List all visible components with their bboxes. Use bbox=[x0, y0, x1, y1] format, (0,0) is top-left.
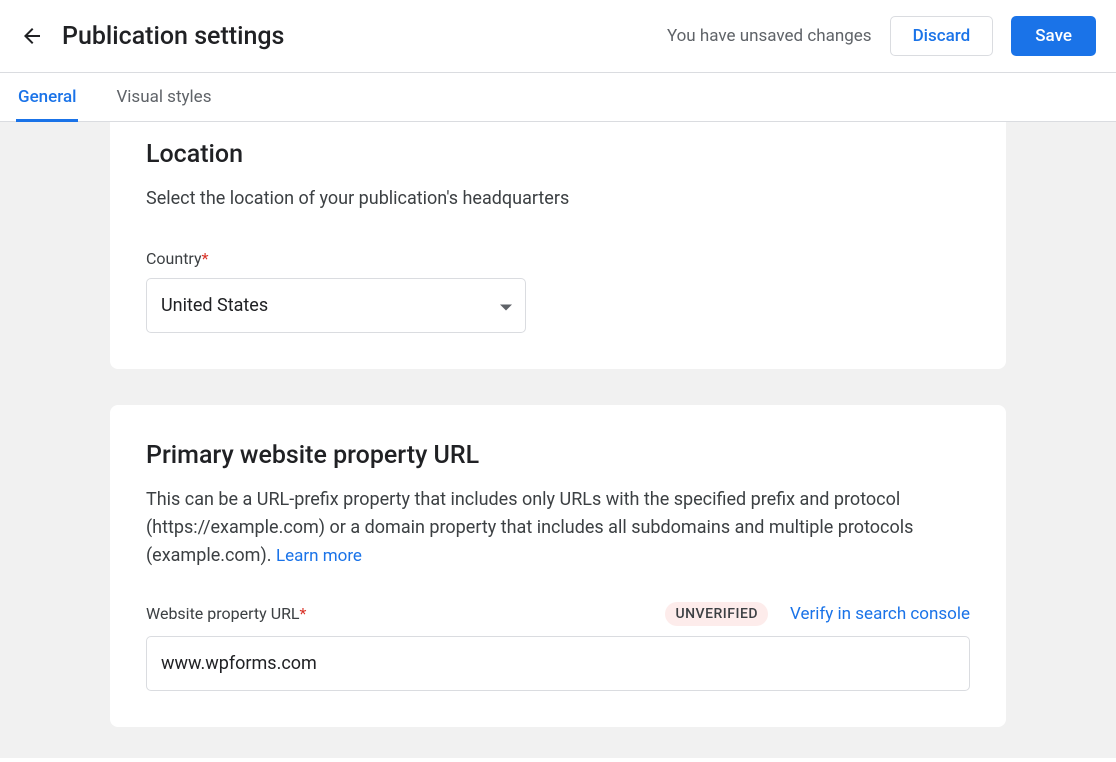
location-card-description: Select the location of your publication'… bbox=[146, 185, 970, 213]
page-title: Publication settings bbox=[62, 22, 284, 51]
tab-visual-styles[interactable]: Visual styles bbox=[114, 73, 213, 122]
country-label: Country* bbox=[146, 249, 970, 268]
url-row-right: UNVERIFIED Verify in search console bbox=[665, 602, 970, 626]
header-left: Publication settings bbox=[18, 22, 284, 51]
verify-in-search-console-link[interactable]: Verify in search console bbox=[790, 604, 970, 624]
url-card: Primary website property URL This can be… bbox=[110, 405, 1006, 727]
back-arrow-icon[interactable] bbox=[18, 22, 46, 50]
website-property-url-input[interactable] bbox=[146, 636, 970, 691]
discard-button[interactable]: Discard bbox=[890, 16, 994, 56]
url-card-description-text: This can be a URL-prefix property that i… bbox=[146, 489, 913, 566]
url-field-row: Website property URL* UNVERIFIED Verify … bbox=[146, 602, 970, 626]
required-star: * bbox=[300, 604, 307, 623]
page-header: Publication settings You have unsaved ch… bbox=[0, 0, 1116, 73]
url-card-description: This can be a URL-prefix property that i… bbox=[146, 486, 970, 570]
location-card-title: Location bbox=[146, 140, 970, 169]
country-select[interactable]: United States bbox=[146, 278, 526, 333]
save-button[interactable]: Save bbox=[1011, 16, 1096, 56]
country-select-wrap: United States bbox=[146, 278, 526, 333]
tab-general[interactable]: General bbox=[16, 73, 78, 122]
url-field-label-text: Website property URL bbox=[146, 604, 300, 623]
url-field-label: Website property URL* bbox=[146, 604, 306, 623]
header-right: You have unsaved changes Discard Save bbox=[667, 16, 1096, 56]
location-card: Location Select the location of your pub… bbox=[110, 122, 1006, 369]
content-area: Location Select the location of your pub… bbox=[0, 122, 1116, 758]
unsaved-changes-message: You have unsaved changes bbox=[667, 26, 872, 46]
unverified-badge: UNVERIFIED bbox=[665, 602, 768, 626]
country-label-text: Country bbox=[146, 249, 202, 268]
learn-more-link[interactable]: Learn more bbox=[276, 546, 362, 566]
required-star: * bbox=[202, 249, 209, 268]
tabs-bar: General Visual styles bbox=[0, 73, 1116, 122]
url-card-title: Primary website property URL bbox=[146, 441, 970, 470]
